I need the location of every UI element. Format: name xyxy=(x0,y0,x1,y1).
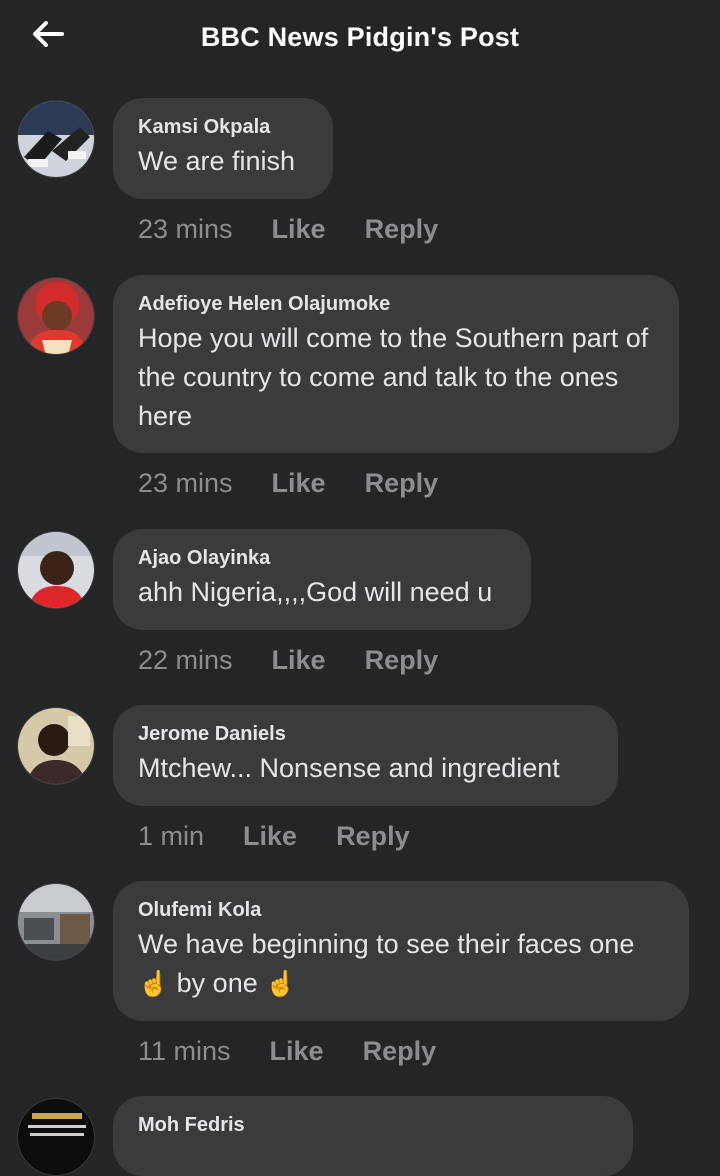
avatar[interactable] xyxy=(17,1098,95,1176)
like-button[interactable]: Like xyxy=(272,214,326,245)
avatar[interactable] xyxy=(17,531,95,609)
comment-author[interactable]: Olufemi Kola xyxy=(138,897,663,923)
comment-time: 22 mins xyxy=(138,645,233,675)
comment-author[interactable]: Jerome Daniels xyxy=(138,721,592,747)
point-up-emoji-icon: ☝️ xyxy=(138,970,170,998)
avatar-image xyxy=(18,532,94,608)
comment-author[interactable]: Kamsi Okpala xyxy=(138,114,307,140)
comment-actions: 1 min Like Reply xyxy=(138,821,410,852)
comment-bubble[interactable]: Olufemi Kola We have beginning to see th… xyxy=(113,881,689,1021)
top-bar: BBC News Pidgin's Post xyxy=(0,0,720,78)
reply-button[interactable]: Reply xyxy=(363,1036,437,1067)
avatar-image xyxy=(18,278,94,354)
comment-actions: 22 mins Like Reply xyxy=(138,645,438,676)
comment-text-part: We have beginning to see their faces one xyxy=(138,929,635,959)
reply-button[interactable]: Reply xyxy=(365,468,439,499)
comment-bubble[interactable]: Ajao Olayinka ahh Nigeria,,,,God will ne… xyxy=(113,529,531,630)
page-title: BBC News Pidgin's Post xyxy=(200,22,520,52)
comment-text: We have beginning to see their faces one… xyxy=(138,925,663,1004)
comment-actions: 11 mins Like Reply xyxy=(138,1036,436,1067)
comment-time: 23 mins xyxy=(138,468,233,498)
like-button[interactable]: Like xyxy=(270,1036,324,1067)
comment-time: 23 mins xyxy=(138,214,233,244)
like-button[interactable]: Like xyxy=(243,821,297,852)
comment-bubble[interactable]: Jerome Daniels Mtchew... Nonsense and in… xyxy=(113,705,618,806)
avatar-image xyxy=(18,884,94,960)
point-up-emoji-icon: ☝️ xyxy=(265,970,297,998)
comment-actions: 23 mins Like Reply xyxy=(138,214,438,245)
comment-author[interactable]: Moh Fedris xyxy=(138,1112,607,1138)
like-button[interactable]: Like xyxy=(272,468,326,499)
reply-button[interactable]: Reply xyxy=(336,821,410,852)
comment-time: 11 mins xyxy=(138,1036,231,1066)
reply-button[interactable]: Reply xyxy=(365,645,439,676)
avatar[interactable] xyxy=(17,277,95,355)
avatar-image xyxy=(18,1099,94,1175)
comment-text: Hope you will come to the Southern part … xyxy=(138,323,649,431)
comment-bubble[interactable]: Adefioye Helen Olajumoke Hope you will c… xyxy=(113,275,679,453)
like-button[interactable]: Like xyxy=(272,645,326,676)
comment-author[interactable]: Ajao Olayinka xyxy=(138,545,505,571)
comment-text: We are finish xyxy=(138,146,296,176)
comment-author[interactable]: Adefioye Helen Olajumoke xyxy=(138,291,653,317)
avatar-image xyxy=(18,101,94,177)
comment-text: Mtchew... Nonsense and ingredient xyxy=(138,753,560,783)
comment-text-part: by one xyxy=(176,968,258,998)
reply-button[interactable]: Reply xyxy=(365,214,439,245)
comment-bubble[interactable]: Kamsi Okpala We are finish xyxy=(113,98,333,199)
avatar[interactable] xyxy=(17,883,95,961)
comment-time: 1 min xyxy=(138,821,205,851)
avatar[interactable] xyxy=(17,100,95,178)
comment-text: ahh Nigeria,,,,God will need u xyxy=(138,577,493,607)
avatar[interactable] xyxy=(17,707,95,785)
comment-bubble[interactable]: Moh Fedris xyxy=(113,1096,633,1176)
avatar-image xyxy=(18,708,94,784)
comment-actions: 23 mins Like Reply xyxy=(138,468,438,499)
